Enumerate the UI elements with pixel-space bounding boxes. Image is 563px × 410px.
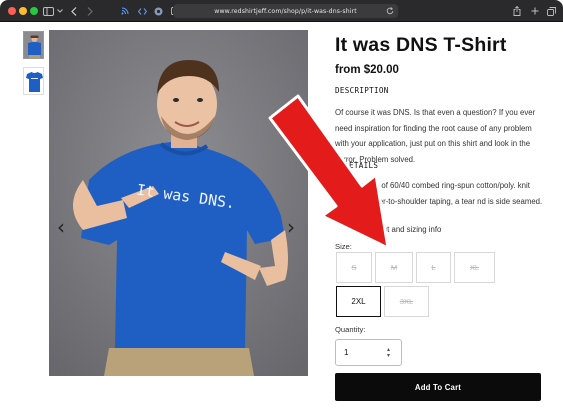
back-icon[interactable] xyxy=(70,5,78,17)
size-option-s[interactable]: S xyxy=(336,252,372,283)
reload-icon[interactable] xyxy=(385,5,395,17)
product-description: Of course it was DNS. Is that even a que… xyxy=(335,108,536,164)
new-tab-icon[interactable] xyxy=(530,5,540,17)
stepper-arrows-icon[interactable]: ▴ ▾ xyxy=(387,347,390,359)
next-image-chevron-icon[interactable]: › xyxy=(287,215,295,239)
quantity-value: 1 xyxy=(344,348,349,357)
browser-toolbar: www.redshirtjeff.com/shop/p/it-was-dns-s… xyxy=(0,0,563,22)
size-option-l[interactable]: L xyxy=(416,252,451,283)
product-title: It was DNS T-Shirt xyxy=(335,34,507,56)
code-icon[interactable] xyxy=(137,5,147,17)
thumbnail-shirt[interactable] xyxy=(23,67,44,95)
extension-icon[interactable] xyxy=(153,5,163,17)
quantity-label: Quantity: xyxy=(335,325,366,334)
add-to-cart-button[interactable]: Add To Cart xyxy=(335,373,541,401)
minimize-window-button[interactable] xyxy=(19,7,27,15)
address-bar[interactable]: www.redshirtjeff.com/shop/p/it-was-dns-s… xyxy=(173,4,398,18)
size-option-3xl[interactable]: 3XL xyxy=(384,286,429,317)
url-text: www.redshirtjeff.com/shop/p/it-was-dns-s… xyxy=(214,7,357,15)
maximize-window-button[interactable] xyxy=(30,7,38,15)
product-main-image: It was DNS. ‹ › xyxy=(49,30,308,376)
sidebar-icon[interactable] xyxy=(42,5,54,17)
quantity-stepper[interactable]: 1 ▴ ▾ xyxy=(335,339,402,366)
forward-icon[interactable] xyxy=(86,5,94,17)
share-icon[interactable] xyxy=(512,5,522,17)
product-details: shirt is made of 60/40 combed ring-spun … xyxy=(335,181,543,206)
size-option-m[interactable]: M xyxy=(375,252,413,283)
product-price: from $20.00 xyxy=(335,64,399,76)
sizing-info-link[interactable]: ment and sizing info xyxy=(372,225,441,234)
size-label: Size: xyxy=(335,242,352,251)
size-option-2xl[interactable]: 2XL xyxy=(336,286,381,317)
close-window-button[interactable] xyxy=(8,7,16,15)
browser-window: www.redshirtjeff.com/shop/p/it-was-dns-s… xyxy=(0,0,563,410)
size-option-xl[interactable]: XL xyxy=(454,252,495,283)
previous-image-chevron-icon[interactable]: ‹ xyxy=(57,215,65,239)
description-heading: DESCRIPTION xyxy=(335,86,389,95)
tabs-icon[interactable] xyxy=(546,5,556,17)
chevron-down-icon[interactable] xyxy=(56,5,64,17)
thumbnail-model[interactable] xyxy=(23,31,44,59)
details-heading: ETAILS xyxy=(349,161,379,170)
rss-icon[interactable] xyxy=(120,5,130,17)
